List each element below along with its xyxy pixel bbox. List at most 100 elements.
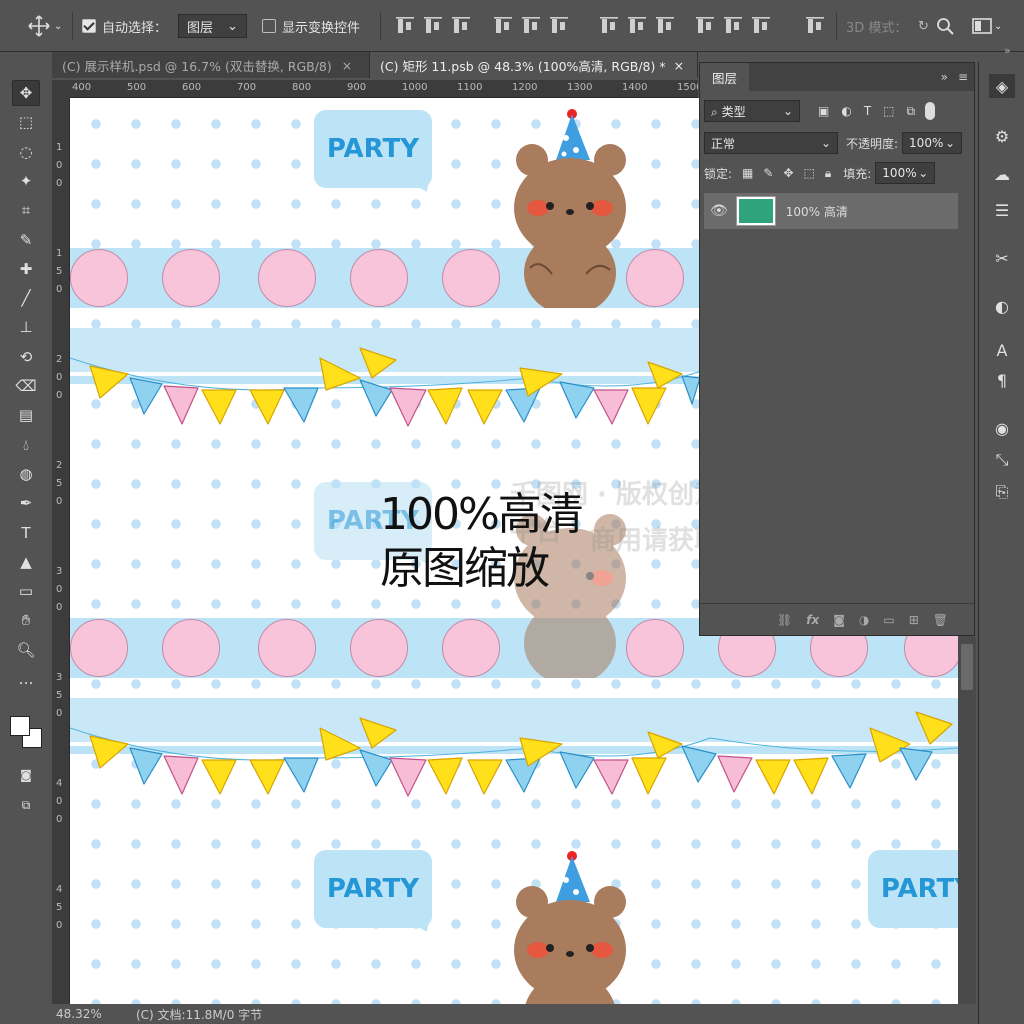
crop-tool-icon[interactable]: ⌗ — [12, 197, 40, 223]
character-icon[interactable]: A — [989, 338, 1015, 362]
paths-icon[interactable]: ⤡ — [989, 448, 1015, 472]
smart-object-filter-icon[interactable]: ⧉ — [907, 104, 916, 119]
align-top-icon[interactable] — [396, 16, 414, 36]
align-bottom-icon[interactable] — [452, 16, 470, 36]
clone-stamp-tool-icon[interactable]: ⊥ — [12, 314, 40, 340]
tab-mockup[interactable]: (C) 展示样机.psd @ 16.7% (双击替换, RGB/8) × — [52, 52, 370, 78]
distribute-hcenter-icon[interactable] — [724, 16, 742, 36]
layer-row[interactable]: 👁︎ 100% 高清 — [704, 193, 958, 229]
align-right-icon[interactable] — [550, 16, 568, 36]
layers-tab[interactable]: 图层 — [700, 63, 750, 91]
distribute-vcenter-icon[interactable] — [628, 16, 646, 36]
pen-tool-icon[interactable]: ✒ — [12, 490, 40, 516]
auto-select-checkbox[interactable] — [82, 19, 96, 33]
layer-filter-dropdown[interactable]: ⌕ 类型 ⌄ — [704, 100, 800, 122]
color-swatches[interactable] — [10, 716, 44, 750]
lock-pixels-icon[interactable]: ✎ — [763, 166, 773, 181]
close-icon[interactable]: × — [342, 58, 352, 73]
layers-panel-icon[interactable]: ◈ — [989, 74, 1015, 98]
fill-input[interactable]: 100% ⌄ — [875, 162, 936, 184]
party-text: PARTY — [880, 874, 958, 904]
shape-filter-icon[interactable]: ⬚ — [883, 104, 894, 119]
distribute-left-icon[interactable] — [696, 16, 714, 36]
blend-mode-dropdown[interactable]: 正常 ⌄ — [704, 132, 838, 154]
panel-menu-icon[interactable]: ≡ — [958, 70, 968, 84]
opacity-input[interactable]: 100% ⌄ — [902, 132, 963, 154]
marquee-tool-icon[interactable]: ⬚ — [12, 109, 40, 135]
vertical-ruler[interactable]: 1 0 0 1 5 0 2 0 0 2 5 0 3 0 0 3 5 0 4 0 0 4 5 0 — [52, 98, 70, 1004]
eraser-tool-icon[interactable]: ⌫ — [12, 373, 40, 399]
show-transform-checkbox[interactable] — [262, 19, 276, 33]
collapse-icon[interactable]: » — [1004, 38, 1011, 62]
lock-artboard-icon[interactable]: ⬚ — [804, 166, 815, 181]
foreground-color-swatch[interactable] — [10, 716, 30, 736]
tools-icon[interactable]: ✂ — [989, 246, 1015, 270]
move-tool-icon[interactable]: ⌄ — [28, 14, 62, 38]
channels-icon[interactable]: ◐ — [989, 294, 1015, 318]
actions-icon[interactable]: ⎘ — [989, 480, 1015, 504]
close-icon[interactable]: × — [674, 58, 684, 73]
ruler-tick-label: 0 — [56, 584, 63, 595]
lock-all-icon[interactable]: 🔒︎ — [825, 166, 831, 181]
layer-name[interactable]: 100% 高清 — [786, 203, 848, 220]
panel-collapse-icon[interactable]: » — [941, 70, 948, 84]
gradient-tool-icon[interactable]: ▤ — [12, 402, 40, 428]
zoom-level[interactable]: 48.32% — [52, 1007, 112, 1021]
add-mask-icon[interactable]: ◙ — [833, 613, 845, 627]
ruler-origin[interactable] — [52, 80, 70, 98]
layer-style-icon[interactable]: fx — [806, 613, 819, 627]
show-transform-toggle[interactable]: 显示变换控件 — [262, 14, 360, 38]
lock-transparent-icon[interactable]: ▦ — [742, 166, 753, 181]
magic-wand-tool-icon[interactable]: ✦ — [12, 168, 40, 194]
lock-position-icon[interactable]: ✥ — [783, 166, 793, 181]
filter-toggle[interactable] — [925, 102, 936, 120]
auto-select-toggle[interactable]: 自动选择： — [82, 14, 167, 38]
libraries-icon[interactable]: ☁ — [989, 162, 1015, 186]
distribute-bottom-icon[interactable] — [656, 16, 674, 36]
tab-rectangle[interactable]: (C) 矩形 11.psb @ 48.3% (100%高清, RGB/8) * … — [370, 52, 698, 78]
distribute-right-icon[interactable] — [752, 16, 770, 36]
type-filter-icon[interactable]: T — [864, 104, 871, 119]
adjustment-layer-icon[interactable]: ◑ — [859, 613, 869, 627]
align-left-icon[interactable] — [494, 16, 512, 36]
scroll-thumb[interactable] — [961, 644, 973, 690]
distribute-top-icon[interactable] — [600, 16, 618, 36]
orbit-3d-icon[interactable]: ↻ — [918, 14, 929, 38]
horizontal-ruler[interactable]: 400 500 600 700 800 900 1000 1100 1200 1300 1400 15… — [70, 80, 698, 98]
workspace-icon[interactable]: ⌄ — [972, 14, 1002, 38]
align-hcenter-icon[interactable] — [522, 16, 540, 36]
history-brush-tool-icon[interactable]: ⟲ — [12, 344, 40, 370]
delete-layer-icon[interactable]: 🗑︎ — [933, 613, 948, 627]
quick-mask-icon[interactable]: ◙ — [12, 762, 40, 788]
new-layer-icon[interactable]: ⊞ — [909, 613, 919, 627]
more-tools-icon[interactable]: … — [12, 666, 40, 692]
color-icon[interactable]: ◉ — [989, 416, 1015, 440]
more-options-icon[interactable] — [806, 16, 824, 36]
visibility-eye-icon[interactable]: 👁︎ — [710, 203, 728, 219]
adjustment-filter-icon[interactable]: ◐ — [841, 104, 851, 119]
properties-icon[interactable]: ☰ — [989, 198, 1015, 222]
vertical-scrollbar[interactable] — [958, 636, 976, 1004]
hand-tool-icon[interactable]: ✋︎ — [12, 607, 40, 633]
blur-tool-icon[interactable]: 💧︎ — [12, 432, 40, 458]
search-icon[interactable] — [936, 14, 954, 38]
link-layers-icon[interactable]: ⛓ — [777, 613, 792, 627]
type-tool-icon[interactable]: T — [12, 520, 40, 546]
zoom-tool-icon[interactable]: 🔍︎ — [12, 637, 40, 663]
paragraph-icon[interactable]: ¶ — [989, 368, 1015, 392]
path-selection-tool-icon[interactable]: ▲ — [12, 549, 40, 575]
auto-select-target-dropdown[interactable]: 图层 ⌄ — [178, 14, 247, 38]
dodge-tool-icon[interactable]: ◍ — [12, 461, 40, 487]
lasso-tool-icon[interactable]: ◌ — [12, 139, 40, 165]
adjustments-icon[interactable]: ⚙ — [989, 124, 1015, 148]
rectangle-tool-icon[interactable]: ▭ — [12, 578, 40, 604]
new-group-icon[interactable]: ▭ — [883, 613, 894, 627]
healing-brush-tool-icon[interactable]: ✚ — [12, 256, 40, 282]
align-vcenter-icon[interactable] — [424, 16, 442, 36]
screen-mode-icon[interactable]: ⧉ — [12, 792, 40, 818]
eyedropper-tool-icon[interactable]: ✎ — [12, 227, 40, 253]
pixel-filter-icon[interactable]: ▣ — [818, 104, 829, 119]
brush-tool-icon[interactable]: ╱ — [12, 285, 40, 311]
document-info[interactable]: (C) 文档:11.8M/0 字节 — [112, 1006, 262, 1023]
move-tool-icon[interactable]: ✥ — [12, 80, 40, 106]
